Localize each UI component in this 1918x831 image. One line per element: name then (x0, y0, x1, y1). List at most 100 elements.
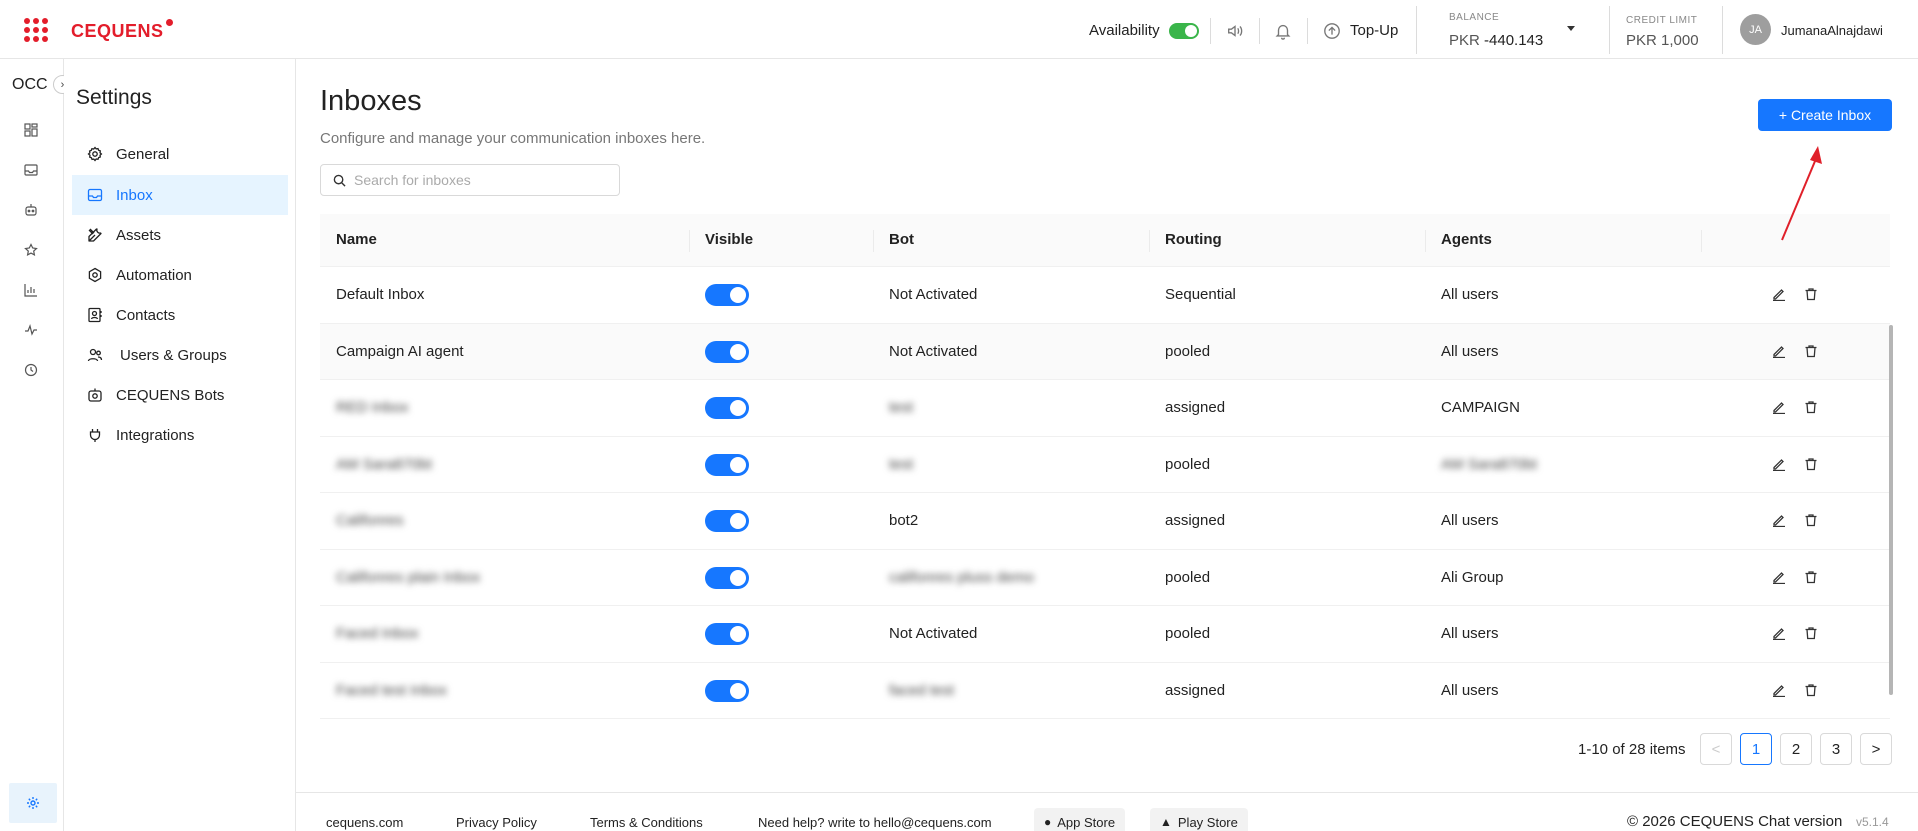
table-scrollbar[interactable] (1889, 325, 1893, 695)
activity-icon[interactable] (24, 323, 38, 337)
cell-routing: assigned (1165, 681, 1226, 699)
pagination-page-1[interactable]: 1 (1740, 733, 1772, 765)
cell-routing: pooled (1165, 342, 1211, 360)
pagination-page-2[interactable]: 2 (1780, 733, 1812, 765)
brand-logo[interactable]: CEQUENS (71, 19, 173, 42)
edit-icon[interactable] (1772, 457, 1786, 471)
user-name[interactable]: JumanaAlnajdawi (1781, 23, 1883, 38)
footer-version: v5.1.4 (1856, 815, 1889, 829)
delete-icon[interactable] (1804, 683, 1818, 697)
table-row: Califonres bot2 assigned All users (320, 493, 1890, 550)
footer-terms-link[interactable]: Terms & Conditions (590, 815, 703, 830)
cell-name: Faced test Inbox (336, 681, 447, 699)
visible-toggle[interactable] (705, 623, 749, 645)
edit-icon[interactable] (1772, 287, 1786, 301)
cell-bot: Not Activated (889, 625, 978, 642)
footer-privacy-link[interactable]: Privacy Policy (456, 815, 537, 830)
visible-toggle[interactable] (705, 510, 749, 532)
column-header-routing[interactable]: Routing (1165, 231, 1222, 248)
automation-icon (88, 267, 102, 283)
settings-item-cequens-bots[interactable]: CEQUENS Bots (72, 375, 288, 415)
create-inbox-button[interactable]: + Create Inbox (1758, 99, 1892, 131)
delete-icon[interactable] (1804, 570, 1818, 584)
edit-icon[interactable] (1772, 344, 1786, 358)
table-row: Faced Inbox Not Activated pooled All use… (320, 606, 1890, 663)
settings-item-general[interactable]: General (72, 134, 288, 174)
bot-icon (88, 388, 102, 402)
topup-icon[interactable] (1323, 22, 1341, 40)
column-header-bot[interactable]: Bot (889, 231, 914, 248)
settings-item-label: Automation (116, 266, 192, 284)
settings-item-users-groups[interactable]: Users & Groups (72, 335, 288, 375)
play-store-button[interactable]: ▲ Play Store (1150, 808, 1248, 831)
plug-icon (89, 429, 101, 442)
search-input[interactable] (354, 172, 604, 188)
app-store-button[interactable]: ● App Store (1034, 808, 1126, 831)
pagination-next-button[interactable]: > (1860, 733, 1892, 765)
delete-icon[interactable] (1804, 626, 1818, 640)
footer-help-text[interactable]: Need help? write to hello@cequens.com (758, 815, 992, 830)
settings-item-integrations[interactable]: Integrations (72, 415, 288, 455)
cell-agents: All users (1441, 681, 1499, 699)
delete-icon[interactable] (1804, 287, 1818, 301)
balance-label: BALANCE (1449, 12, 1500, 23)
edit-icon[interactable] (1772, 570, 1786, 584)
delete-icon[interactable] (1804, 344, 1818, 358)
edit-icon[interactable] (1772, 400, 1786, 414)
edit-icon[interactable] (1772, 513, 1786, 527)
edit-icon[interactable] (1772, 683, 1786, 697)
bar-chart-icon[interactable] (24, 283, 38, 297)
apps-grid-icon[interactable] (24, 18, 48, 42)
android-icon: ▲ (1160, 815, 1172, 829)
availability-toggle[interactable] (1169, 23, 1199, 39)
page-subtitle: Configure and manage your communication … (320, 130, 706, 147)
settings-gear-icon (27, 797, 39, 809)
pagination-page-3[interactable]: 3 (1820, 733, 1852, 765)
table-row: Califonres plain Inbox califonres pluss … (320, 550, 1890, 606)
settings-item-inbox[interactable]: Inbox (72, 175, 288, 215)
search-box[interactable] (320, 164, 620, 196)
credit-limit-value: PKR 1,000 (1626, 32, 1699, 49)
history-icon[interactable] (24, 363, 38, 377)
bell-icon[interactable] (1274, 22, 1292, 40)
column-header-visible[interactable]: Visible (705, 231, 753, 248)
settings-item-automation[interactable]: Automation (72, 255, 288, 295)
settings-item-contacts[interactable]: Contacts (72, 295, 288, 335)
rail-settings-button[interactable] (9, 783, 57, 823)
bot-nav-icon[interactable] (24, 203, 38, 217)
cell-name: Default Inbox (336, 286, 425, 303)
visible-toggle[interactable] (705, 453, 749, 476)
speaker-icon[interactable] (1226, 22, 1244, 40)
settings-item-assets[interactable]: Assets (72, 215, 288, 255)
app-store-label: App Store (1057, 814, 1116, 830)
visible-toggle[interactable] (705, 284, 749, 306)
dashboard-icon[interactable] (24, 123, 38, 137)
main-content: Inboxes Configure and manage your commun… (296, 59, 1918, 831)
delete-icon[interactable] (1804, 457, 1818, 471)
visible-toggle[interactable] (705, 397, 749, 419)
balance-value: PKR -440.143 (1449, 32, 1543, 49)
visible-toggle[interactable] (705, 679, 749, 702)
delete-icon[interactable] (1804, 400, 1818, 414)
delete-icon[interactable] (1804, 513, 1818, 527)
star-icon[interactable] (24, 243, 38, 257)
topup-link[interactable]: Top-Up (1350, 22, 1398, 39)
footer-site-link[interactable]: cequens.com (326, 815, 403, 830)
visible-toggle[interactable] (705, 566, 749, 589)
table-row: RED Inbox test assigned CAMPAIGN (320, 380, 1890, 437)
column-header-agents[interactable]: Agents (1441, 231, 1492, 248)
cell-name: RED Inbox (336, 399, 409, 416)
visible-toggle[interactable] (705, 340, 749, 363)
pagination-prev-button[interactable]: < (1700, 733, 1732, 765)
cell-bot: test (889, 455, 914, 473)
column-header-name[interactable]: Name (336, 231, 377, 248)
avatar[interactable]: JA (1740, 14, 1771, 45)
inbox-nav-icon[interactable] (24, 163, 38, 177)
credit-limit-label: CREDIT LIMIT (1626, 15, 1698, 26)
settings-panel: Settings General Inbox Assets Automation… (64, 59, 296, 831)
balance-dropdown-caret-icon[interactable] (1567, 26, 1575, 31)
cell-agents: All users (1441, 512, 1499, 529)
edit-icon[interactable] (1772, 626, 1786, 640)
page-title: Inboxes (320, 85, 422, 117)
table-row: Default Inbox Not Activated Sequential A… (320, 267, 1890, 324)
